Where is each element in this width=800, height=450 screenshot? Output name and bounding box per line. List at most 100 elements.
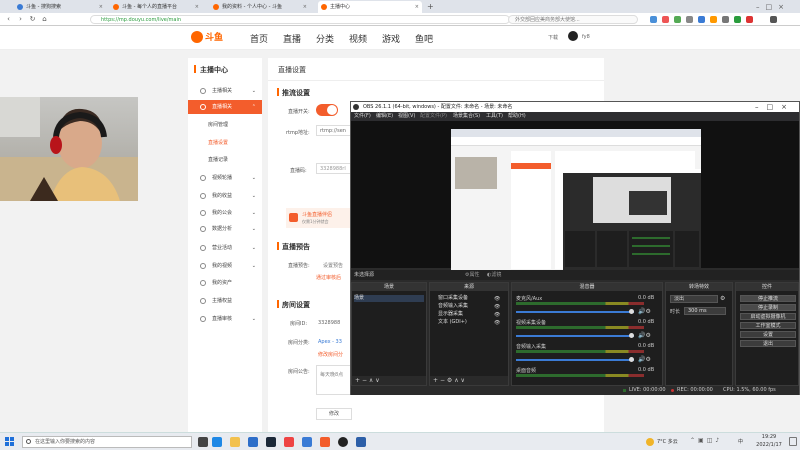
browser-tab[interactable]: 斗鱼 - 搜狗搜索 ×	[14, 1, 106, 13]
menu-help[interactable]: 帮助(H)	[508, 112, 526, 121]
properties-button[interactable]: ⚙属性	[465, 270, 480, 280]
sidebar-item-video-loop[interactable]: 视频轮播 ⌄	[188, 171, 262, 185]
room-category-link[interactable]: Apex - 33	[318, 339, 342, 345]
sidebar-item-analytics[interactable]: 数据分析 ⌄	[188, 222, 262, 236]
home-icon[interactable]: ⌂	[40, 15, 49, 24]
settings-button[interactable]: 设置	[740, 331, 796, 338]
sidebar-subitem-live-settings[interactable]: 直播设置	[188, 136, 262, 150]
close-icon[interactable]: ×	[415, 1, 419, 13]
stop-recording-button[interactable]: 停止录制	[740, 304, 796, 311]
obs-preview[interactable]	[351, 121, 799, 271]
exit-button[interactable]: 退出	[740, 340, 796, 347]
extension-icon[interactable]	[698, 16, 705, 23]
task-view-icon[interactable]	[198, 437, 208, 447]
sidebar-item-assets[interactable]: 我的资产	[188, 276, 262, 290]
extension-icon[interactable]	[650, 16, 657, 23]
volume-slider[interactable]	[516, 333, 634, 338]
promo-banner[interactable]: 斗鱼直播伴侣 仅需1分钟就会	[286, 208, 356, 228]
gear-icon[interactable]: ⚙	[720, 295, 725, 302]
up-icon[interactable]: ∧	[369, 377, 373, 384]
clock-time[interactable]: 19:29	[752, 434, 786, 440]
douyu-logo[interactable]: 斗鱼	[190, 29, 230, 45]
nav-live[interactable]: 直播	[283, 32, 301, 45]
browser-tab[interactable]: 我的资料 - 个人中心 - 斗鱼 ×	[210, 1, 310, 13]
extension-icon[interactable]	[674, 16, 681, 23]
speaker-icon[interactable]: 🔊⚙	[638, 332, 651, 339]
sidebar-item-rights[interactable]: 主播权益	[188, 294, 262, 308]
gear-icon[interactable]: ⚙	[447, 377, 452, 384]
avatar[interactable]	[568, 31, 578, 41]
sidebar-subitem-records[interactable]: 直播记录	[188, 153, 262, 167]
sidebar-item-guild[interactable]: 我的公会 ⌄	[188, 206, 262, 220]
sidebar-item-live[interactable]: 直播相关 ⌃	[188, 100, 262, 114]
download-link[interactable]: 下载	[548, 34, 558, 41]
new-tab-button[interactable]: +	[424, 1, 436, 13]
source-item[interactable]: 文本 (GDI+)	[432, 319, 467, 326]
add-icon[interactable]: +	[433, 377, 438, 384]
remove-icon[interactable]: −	[362, 377, 367, 384]
save-button[interactable]: 修改	[316, 408, 352, 420]
refresh-icon[interactable]: ↻	[28, 15, 37, 24]
speaker-icon[interactable]: 🔊⚙	[638, 308, 651, 315]
filters-button[interactable]: ◐滤镜	[487, 270, 501, 280]
duration-field[interactable]: 300 ms	[684, 307, 726, 315]
menu-file[interactable]: 文件(F)	[354, 112, 371, 121]
app-icon[interactable]	[284, 437, 294, 447]
nav-category[interactable]: 分类	[316, 32, 334, 45]
slider-knob[interactable]	[629, 309, 634, 314]
sidebar-item-anchor[interactable]: 主播相关 ⌄	[188, 84, 262, 98]
sidebar-item-review[interactable]: 直播审核 ⌄	[188, 312, 262, 326]
extension-icon[interactable]	[734, 16, 741, 23]
slider-knob[interactable]	[629, 357, 634, 362]
taskbar-search-input[interactable]: 在这里输入你要搜索的内容	[22, 436, 192, 448]
stop-streaming-button[interactable]: 停止推流	[740, 295, 796, 302]
username[interactable]: fy8	[582, 34, 590, 40]
down-icon[interactable]: ∨	[375, 377, 379, 384]
close-icon[interactable]: ×	[195, 1, 199, 13]
nav-home[interactable]: 首页	[250, 32, 268, 45]
sidebar-subitem-room[interactable]: 房间管理	[188, 118, 262, 132]
clock-date[interactable]: 2022/1/17	[752, 442, 786, 448]
volume-slider[interactable]	[516, 357, 634, 362]
live-toggle[interactable]	[316, 104, 338, 116]
add-icon[interactable]: +	[355, 377, 360, 384]
browser-search-input[interactable]: 外交部回应美商务部大使馆...	[508, 15, 638, 24]
folder-icon[interactable]	[230, 437, 240, 447]
forward-icon[interactable]: ›	[16, 15, 25, 24]
slider-knob[interactable]	[629, 333, 634, 338]
menu-edit[interactable]: 编辑(E)	[376, 112, 393, 121]
speaker-icon[interactable]: 🔊⚙	[638, 356, 651, 363]
virtual-camera-button[interactable]: 启动虚拟摄像机	[740, 313, 796, 320]
extension-icon[interactable]	[710, 16, 717, 23]
notification-icon[interactable]	[789, 437, 797, 446]
nav-video[interactable]: 视频	[349, 32, 367, 45]
remove-icon[interactable]: −	[440, 377, 445, 384]
menu-view[interactable]: 视图(V)	[398, 112, 415, 121]
url-field[interactable]: https://mp.douyu.com/live/main	[90, 15, 510, 24]
extension-icon[interactable]	[722, 16, 729, 23]
windows-start-icon[interactable]	[5, 437, 15, 447]
menu-profile[interactable]: 配置文件(P)	[420, 112, 447, 121]
window-controls[interactable]: –□×	[755, 102, 795, 112]
browser-app-icon[interactable]	[302, 437, 312, 447]
source-item[interactable]: 窗口采集设备	[432, 295, 468, 302]
back-icon[interactable]: ‹	[4, 15, 13, 24]
report-value[interactable]: 设置预告	[323, 262, 343, 269]
sidebar-item-activities[interactable]: 营业活动 ⌄	[188, 241, 262, 255]
close-icon[interactable]: ×	[99, 1, 103, 13]
tray-icons[interactable]: ⌃▣◫♪	[690, 437, 722, 444]
visibility-icon[interactable]: 👁 👁 👁 👁	[494, 295, 500, 327]
extension-icon[interactable]	[662, 16, 669, 23]
store-icon[interactable]	[248, 437, 258, 447]
sidebar-item-income[interactable]: 我的收益 ⌄	[188, 189, 262, 203]
menu-tools[interactable]: 工具(T)	[486, 112, 503, 121]
extension-icon[interactable]	[686, 16, 693, 23]
window-controls[interactable]: –□×	[752, 1, 800, 13]
browser-tab-active[interactable]: 主播中心 ×	[318, 1, 422, 13]
menu-scene-collection[interactable]: 场景集合(S)	[453, 112, 480, 121]
browser-tab[interactable]: 斗鱼 - 每个人的直播平台 ×	[110, 1, 202, 13]
steam-icon[interactable]	[266, 437, 276, 447]
menu-icon[interactable]	[770, 16, 777, 23]
ime-indicator[interactable]: 中	[738, 438, 743, 445]
volume-slider[interactable]	[516, 309, 634, 314]
